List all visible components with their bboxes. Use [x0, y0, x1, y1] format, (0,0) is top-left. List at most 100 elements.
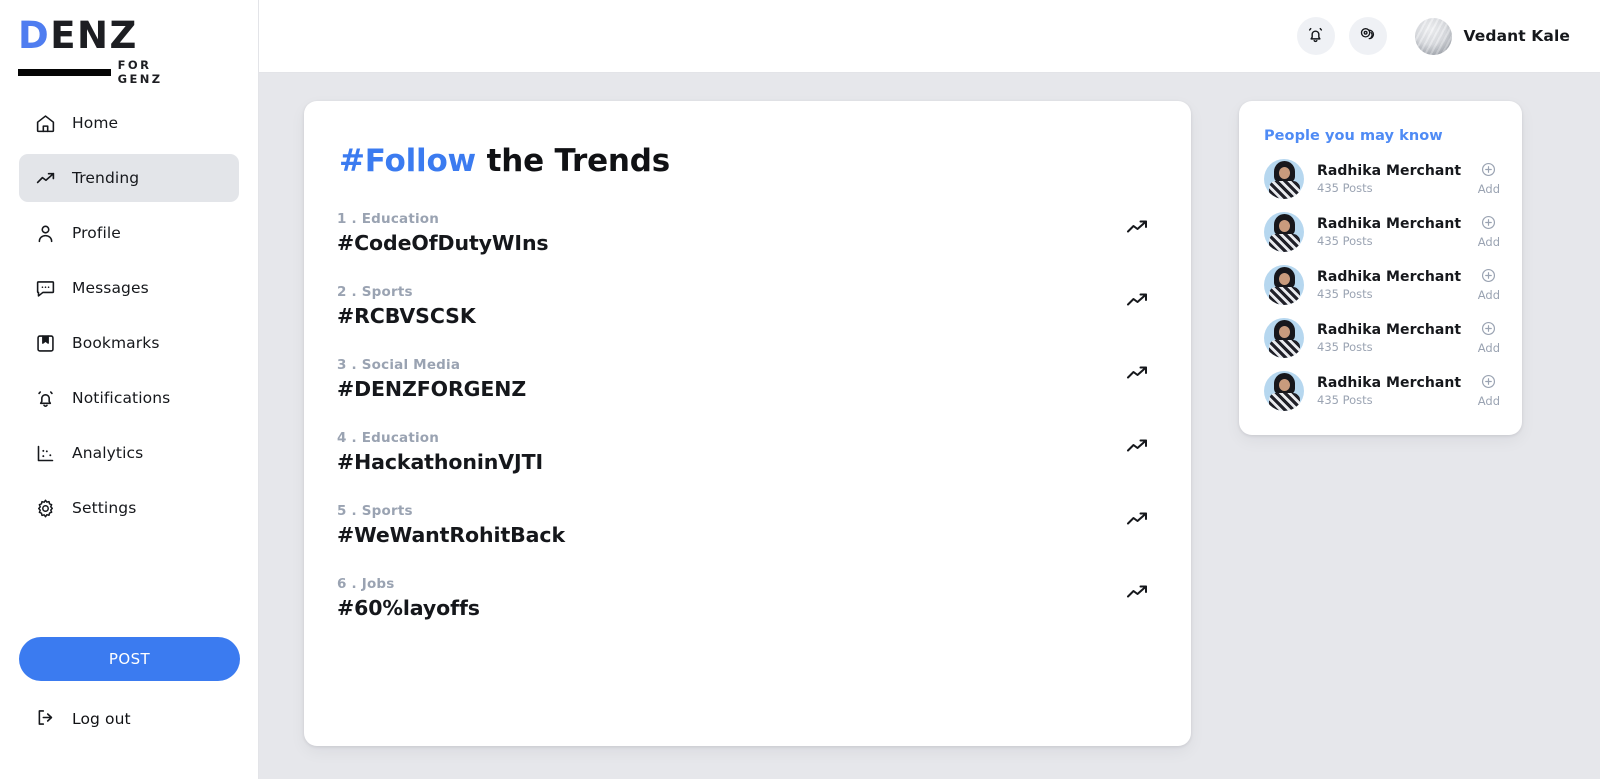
- sidebar-item-label: Profile: [72, 224, 121, 242]
- bookmark-icon: [35, 333, 56, 354]
- trend-hashtag: #HackathoninVJTI: [337, 450, 543, 474]
- trending-up-icon: [1125, 215, 1149, 243]
- sidebar-item-profile[interactable]: Profile: [19, 209, 239, 257]
- trending-up-icon: [1125, 361, 1149, 389]
- person-name: Radhika Merchant: [1317, 216, 1462, 232]
- sidebar-item-analytics[interactable]: Analytics: [19, 429, 239, 477]
- message-icon: [35, 278, 56, 299]
- logo-tagline: FOR GENZ: [117, 58, 163, 86]
- logo-letters-enz: ENZ: [50, 14, 138, 57]
- trend-hashtag: #DENZFORGENZ: [337, 377, 527, 401]
- add-label: Add: [1477, 394, 1500, 408]
- logo-letter-d: D: [18, 14, 51, 57]
- brand-logo[interactable]: DENZ FOR GENZ: [0, 0, 258, 86]
- add-person-button[interactable]: Add: [1478, 215, 1500, 249]
- sidebar-item-label: Bookmarks: [72, 334, 160, 352]
- user-icon: [35, 223, 56, 244]
- list-item[interactable]: Radhika Merchant 435 Posts Add: [1264, 212, 1500, 252]
- topbar: Vedant Kale: [259, 0, 1600, 73]
- user-name: Vedant Kale: [1463, 27, 1570, 45]
- analytics-icon: [35, 443, 56, 464]
- list-item[interactable]: Radhika Merchant 435 Posts Add: [1264, 318, 1500, 358]
- home-icon: [35, 113, 56, 134]
- add-label: Add: [1477, 341, 1500, 355]
- trend-item[interactable]: 5 . Sports #WeWantRohitBack: [337, 503, 1149, 547]
- trending-up-icon: [1125, 580, 1149, 608]
- trend-item[interactable]: 4 . Education #HackathoninVJTI: [337, 430, 1149, 474]
- sidebar-nav: Home Trending Profile Messages Bookmarks…: [0, 99, 258, 539]
- trend-category: 2 . Sports: [337, 284, 413, 300]
- page-title-accent: #Follow: [339, 143, 476, 179]
- app-root: DENZ FOR GENZ Home Trending Profile Mess…: [0, 0, 1600, 779]
- coins-icon: [1358, 25, 1377, 47]
- person-posts: 435 Posts: [1317, 181, 1373, 195]
- sidebar-item-trending[interactable]: Trending: [19, 154, 239, 202]
- logout-button[interactable]: Log out: [19, 697, 239, 741]
- add-person-button[interactable]: Add: [1478, 374, 1500, 408]
- trend-category: 6 . Jobs: [337, 576, 395, 592]
- add-person-button[interactable]: Add: [1478, 268, 1500, 302]
- person-posts: 435 Posts: [1317, 340, 1373, 354]
- add-person-button[interactable]: Add: [1478, 321, 1500, 355]
- avatar: [1264, 265, 1304, 305]
- add-label: Add: [1477, 288, 1500, 302]
- notifications-button[interactable]: [1296, 17, 1335, 55]
- logo-bar: [18, 68, 111, 76]
- sidebar-item-bookmarks[interactable]: Bookmarks: [19, 319, 239, 367]
- user-menu[interactable]: Vedant Kale: [1414, 17, 1570, 55]
- person-posts: 435 Posts: [1317, 234, 1373, 248]
- sidebar-item-label: Analytics: [72, 444, 144, 462]
- list-item[interactable]: Radhika Merchant 435 Posts Add: [1264, 265, 1500, 305]
- sidebar-item-label: Home: [72, 114, 119, 132]
- person-name: Radhika Merchant: [1317, 163, 1462, 179]
- add-label: Add: [1477, 235, 1500, 249]
- trend-item[interactable]: 2 . Sports #RCBVSCSK: [337, 284, 1149, 328]
- trend-category: 1 . Education: [337, 211, 440, 227]
- sidebar-item-settings[interactable]: Settings: [19, 484, 239, 532]
- sidebar-item-messages[interactable]: Messages: [19, 264, 239, 312]
- people-you-may-know-card: People you may know Radhika Merchant 435…: [1239, 101, 1522, 435]
- person-posts: 435 Posts: [1317, 287, 1373, 301]
- sidebar-item-home[interactable]: Home: [19, 99, 239, 147]
- avatar: [1414, 17, 1452, 55]
- page-title: #Follow the Trends: [339, 143, 1149, 179]
- trending-up-icon: [1125, 288, 1149, 316]
- logo-wordmark: DENZ: [18, 16, 198, 56]
- avatar: [1264, 371, 1304, 411]
- trend-category: 5 . Sports: [337, 503, 413, 519]
- post-button-wrap: POST: [0, 637, 258, 681]
- trend-hashtag: #RCBVSCSK: [337, 304, 476, 328]
- trend-category: 4 . Education: [337, 430, 440, 446]
- logout-icon: [35, 707, 56, 732]
- avatar: [1264, 159, 1304, 199]
- plus-circle-icon: [1481, 374, 1496, 393]
- trend-item[interactable]: 3 . Social Media #DENZFORGENZ: [337, 357, 1149, 401]
- add-person-button[interactable]: Add: [1478, 162, 1500, 196]
- list-item[interactable]: Radhika Merchant 435 Posts Add: [1264, 159, 1500, 199]
- trend-hashtag: #60%layoffs: [337, 596, 480, 620]
- trend-hashtag: #WeWantRohitBack: [337, 523, 566, 547]
- page-title-rest: the Trends: [475, 143, 671, 179]
- person-name: Radhika Merchant: [1317, 322, 1462, 338]
- trends-card: #Follow the Trends 1 . Education #CodeOf…: [304, 101, 1191, 746]
- content-area: #Follow the Trends 1 . Education #CodeOf…: [259, 73, 1600, 779]
- trend-item[interactable]: 1 . Education #CodeOfDutyWIns: [337, 211, 1149, 255]
- sidebar-item-label: Settings: [72, 499, 137, 517]
- person-posts: 435 Posts: [1317, 393, 1373, 407]
- trending-up-icon: [1125, 507, 1149, 535]
- trend-item[interactable]: 6 . Jobs #60%layoffs: [337, 576, 1149, 620]
- coins-button[interactable]: [1348, 17, 1387, 55]
- logout-label: Log out: [72, 710, 131, 728]
- sidebar-item-notifications[interactable]: Notifications: [19, 374, 239, 422]
- avatar: [1264, 318, 1304, 358]
- trend-hashtag: #CodeOfDutyWIns: [337, 231, 549, 255]
- sidebar-item-label: Notifications: [72, 389, 171, 407]
- sidebar-item-label: Messages: [72, 279, 149, 297]
- plus-circle-icon: [1481, 215, 1496, 234]
- trending-up-icon: [1125, 434, 1149, 462]
- trending-up-icon: [35, 168, 56, 189]
- gear-icon: [35, 498, 56, 519]
- list-item[interactable]: Radhika Merchant 435 Posts Add: [1264, 371, 1500, 411]
- add-label: Add: [1477, 182, 1500, 196]
- post-button[interactable]: POST: [19, 637, 240, 681]
